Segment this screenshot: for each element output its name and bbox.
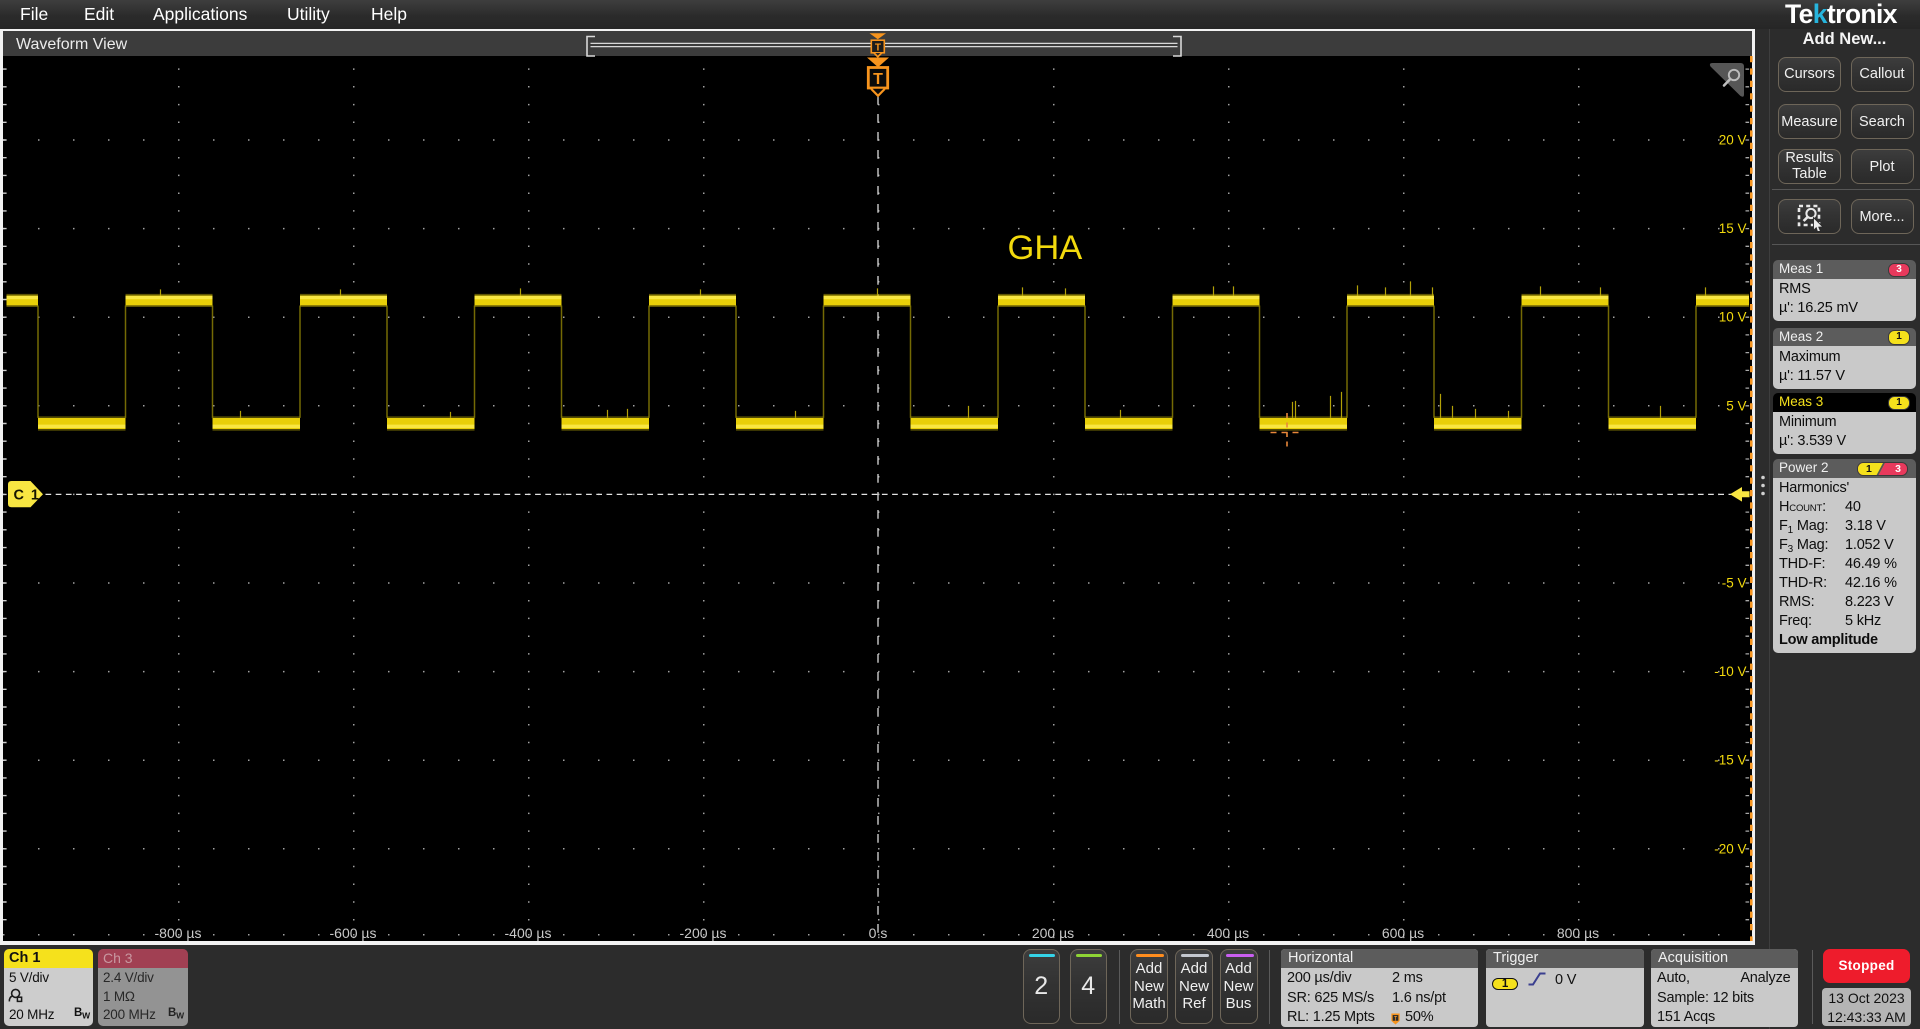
svg-text:15 V: 15 V <box>1718 221 1746 236</box>
svg-text:200 µs: 200 µs <box>1031 925 1073 941</box>
svg-text:400 µs: 400 µs <box>1206 925 1248 941</box>
svg-text:800 µs: 800 µs <box>1556 925 1598 941</box>
svg-text:-20 V: -20 V <box>1714 841 1746 856</box>
svg-text:600 µs: 600 µs <box>1381 925 1423 941</box>
svg-text:-200 µs: -200 µs <box>679 925 726 941</box>
svg-text:C 1: C 1 <box>13 488 38 504</box>
svg-text:-800 µs: -800 µs <box>154 925 201 941</box>
svg-text:0 s: 0 s <box>868 925 887 941</box>
svg-text:T: T <box>873 71 883 88</box>
svg-text:-600 µs: -600 µs <box>329 925 376 941</box>
svg-text:-5 V: -5 V <box>1721 576 1746 591</box>
svg-text:-15 V: -15 V <box>1714 753 1746 768</box>
svg-text:-10 V: -10 V <box>1714 664 1746 679</box>
svg-text:T: T <box>874 43 880 54</box>
svg-text:GHA: GHA <box>1007 229 1082 267</box>
svg-text:-400 µs: -400 µs <box>504 925 551 941</box>
svg-text:10 V: 10 V <box>1718 310 1746 325</box>
svg-text:20 V: 20 V <box>1718 133 1746 148</box>
svg-text:5 V: 5 V <box>1726 398 1746 413</box>
